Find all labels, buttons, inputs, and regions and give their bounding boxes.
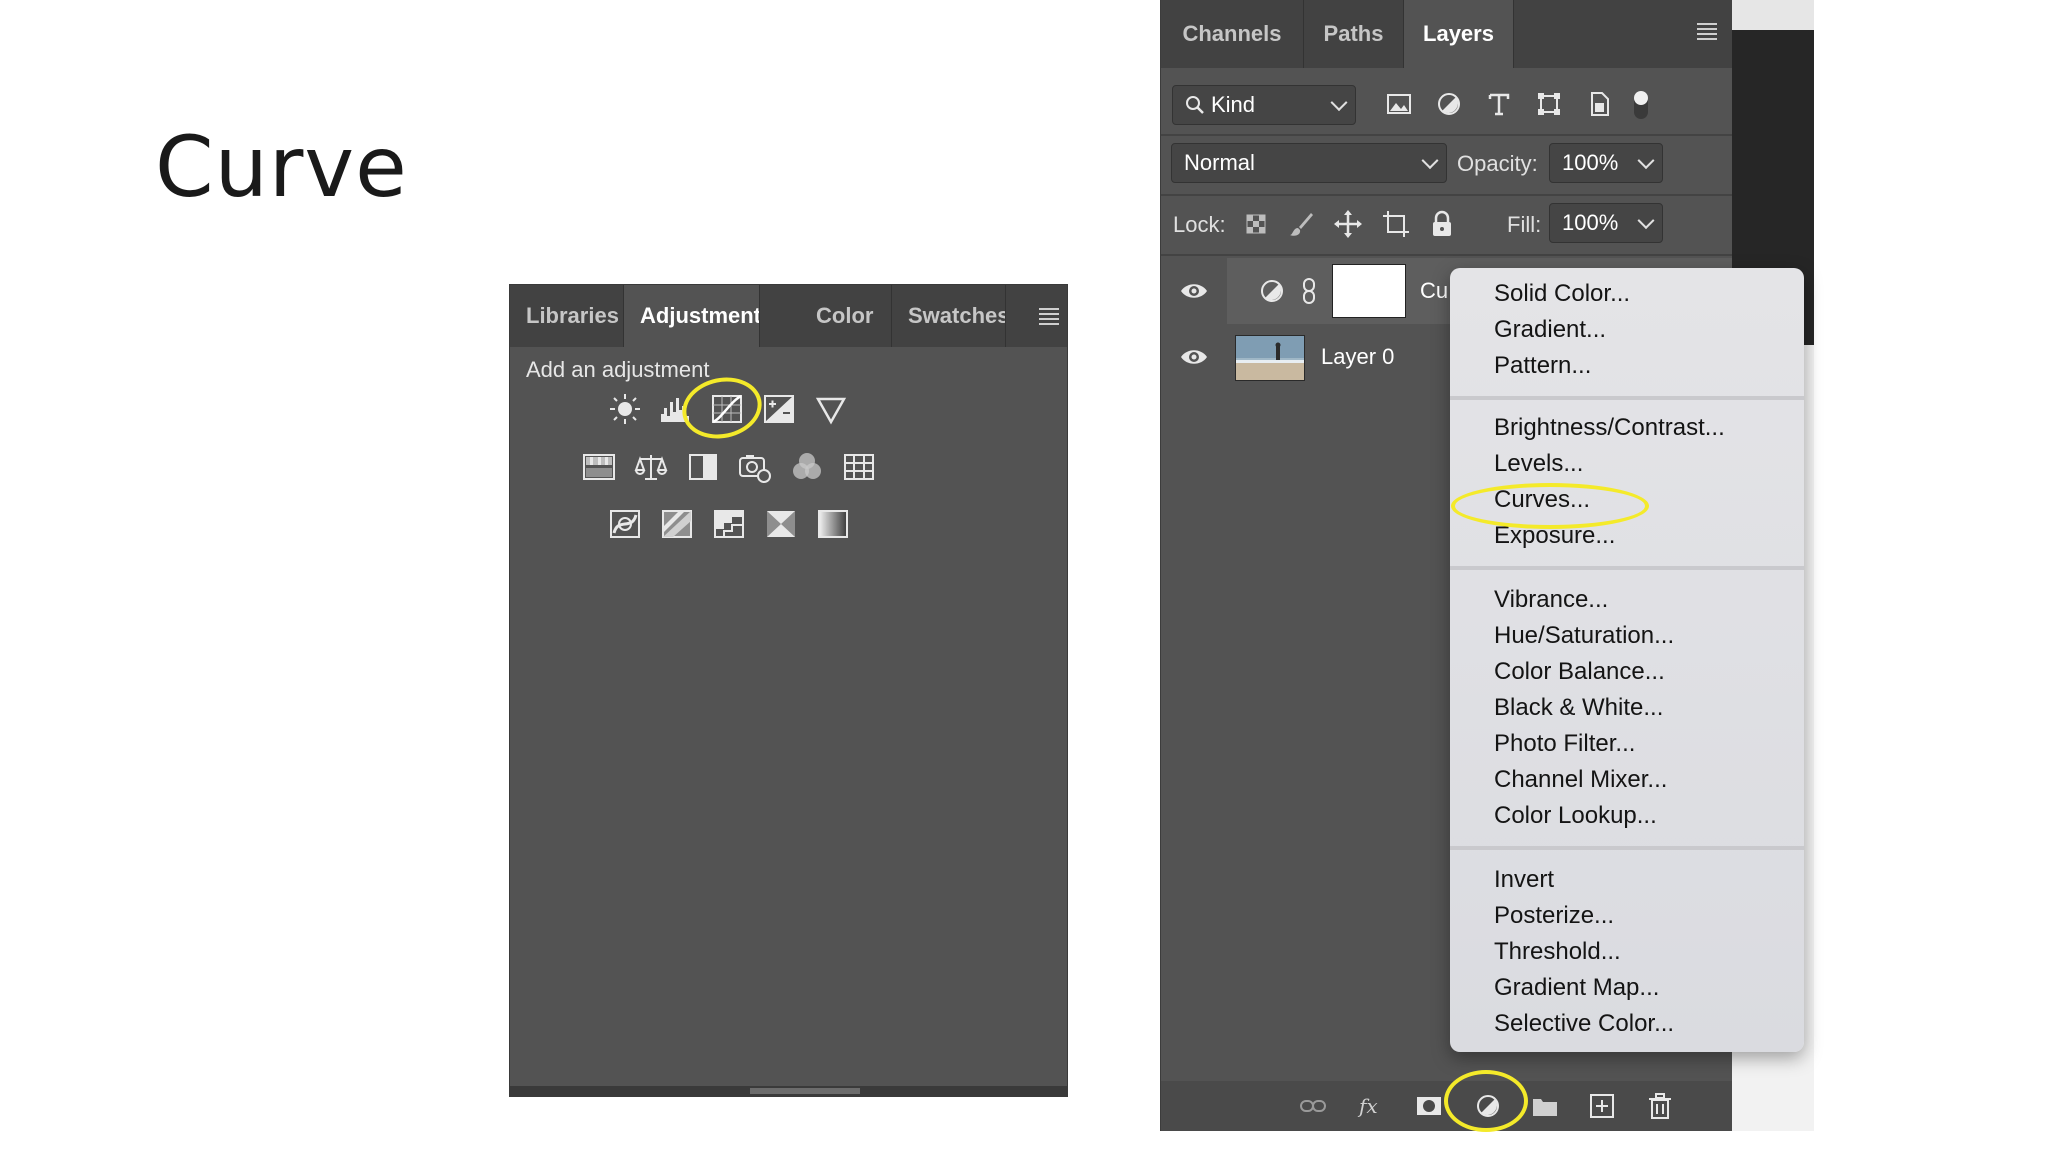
vibrance-icon[interactable] [814, 392, 848, 426]
menu-item-vibrance[interactable]: Vibrance... [1494, 582, 1608, 618]
adjustment-button-highlight [1444, 1070, 1528, 1132]
brightness-contrast-icon[interactable] [608, 392, 642, 426]
adjustments-tab-bar: Libraries Adjustments Color Swatches [510, 285, 1067, 347]
divider [1161, 194, 1732, 196]
filter-toggle-switch[interactable] [1623, 87, 1657, 121]
chevron-down-icon [1637, 212, 1655, 230]
layers-tab-bar: Channels Paths Layers [1161, 0, 1732, 68]
lock-all-icon[interactable] [1425, 207, 1459, 241]
menu-divider [1450, 846, 1804, 850]
opacity-label: Opacity: [1457, 151, 1538, 176]
tab-paths[interactable]: Paths [1304, 0, 1404, 68]
delete-layer-trash-icon[interactable] [1643, 1089, 1677, 1123]
posterize-icon[interactable] [660, 507, 694, 541]
threshold-icon[interactable] [712, 507, 746, 541]
lock-label: Lock: [1173, 212, 1226, 237]
opacity-value: 100% [1562, 150, 1619, 175]
exposure-icon[interactable] [762, 392, 796, 426]
new-group-folder-icon[interactable] [1528, 1089, 1562, 1123]
menu-item-hue-saturation[interactable]: Hue/Saturation... [1494, 618, 1674, 654]
chevron-down-icon [1421, 152, 1439, 170]
panel-menu-icon[interactable] [1031, 285, 1067, 347]
menu-item-color-balance[interactable]: Color Balance... [1494, 654, 1665, 690]
smart-object-filter-icon[interactable] [1582, 87, 1616, 121]
add-adjustment-label: Add an adjustment [526, 357, 710, 382]
divider [1161, 254, 1732, 256]
panel-menu-icon[interactable] [1682, 0, 1732, 62]
visibility-eye-icon[interactable] [1177, 274, 1211, 308]
tab-channels[interactable]: Channels [1161, 0, 1304, 68]
adjustment-layer-filter-icon[interactable] [1432, 87, 1466, 121]
tab-layers[interactable]: Layers [1404, 0, 1514, 68]
tab-adjustments[interactable]: Adjustments [624, 285, 760, 347]
slide-title: Curve [155, 118, 408, 216]
new-layer-icon[interactable] [1585, 1089, 1619, 1123]
svg-text:fx: fx [1357, 1094, 1378, 1118]
tab-color[interactable]: Color [800, 285, 892, 347]
menu-item-channel-mixer[interactable]: Channel Mixer... [1494, 762, 1667, 798]
menu-divider [1450, 566, 1804, 570]
type-layer-filter-icon[interactable] [1482, 87, 1516, 121]
lock-transparent-pixels-icon[interactable] [1239, 207, 1273, 241]
layer-name[interactable]: Cu [1420, 278, 1448, 304]
menu-item-solid-color[interactable]: Solid Color... [1494, 276, 1630, 312]
menu-item-selective-color[interactable]: Selective Color... [1494, 1006, 1674, 1042]
color-lookup-icon[interactable] [842, 450, 876, 484]
black-white-icon[interactable] [686, 450, 720, 484]
visibility-eye-icon[interactable] [1177, 340, 1211, 374]
color-balance-icon[interactable] [634, 450, 668, 484]
filter-kind-label: Kind [1211, 92, 1256, 117]
link-layers-icon[interactable] [1296, 1089, 1330, 1123]
layer-name[interactable]: Layer 0 [1321, 344, 1394, 370]
adjustment-layer-menu: Solid Color... Gradient... Pattern... Br… [1450, 268, 1804, 1052]
menu-item-invert[interactable]: Invert [1494, 862, 1554, 898]
blend-mode-value: Normal [1184, 150, 1255, 175]
menu-item-black-white[interactable]: Black & White... [1494, 690, 1663, 726]
layer-mask-thumbnail[interactable] [1332, 264, 1406, 318]
menu-divider [1450, 396, 1804, 400]
opacity-field[interactable]: 100% [1549, 143, 1663, 183]
fill-field[interactable]: 100% [1549, 203, 1663, 243]
invert-icon[interactable] [608, 507, 642, 541]
menu-item-gradient[interactable]: Gradient... [1494, 312, 1606, 348]
photo-filter-icon[interactable] [738, 450, 772, 484]
menu-item-gradient-map[interactable]: Gradient Map... [1494, 970, 1659, 1006]
chevron-down-icon [1330, 94, 1348, 112]
menu-item-photo-filter[interactable]: Photo Filter... [1494, 726, 1635, 762]
divider [1161, 134, 1732, 136]
filter-kind-dropdown[interactable]: Kind [1172, 85, 1356, 125]
lock-image-pixels-icon[interactable] [1285, 207, 1319, 241]
menu-item-color-lookup[interactable]: Color Lookup... [1494, 798, 1657, 834]
menu-item-levels[interactable]: Levels... [1494, 446, 1583, 482]
blend-mode-dropdown[interactable]: Normal [1171, 143, 1447, 183]
channel-mixer-icon[interactable] [790, 450, 824, 484]
layer-thumbnail[interactable] [1235, 335, 1305, 381]
hue-saturation-icon[interactable] [582, 450, 616, 484]
search-icon [1186, 96, 1204, 114]
tab-libraries[interactable]: Libraries [510, 285, 624, 347]
adjustments-panel: Libraries Adjustments Color Swatches Add… [509, 284, 1068, 1097]
tab-swatches[interactable]: Swatches [892, 285, 1006, 347]
adjustment-layer-icon [1255, 274, 1289, 308]
lock-position-icon[interactable] [1331, 207, 1365, 241]
chevron-down-icon [1637, 152, 1655, 170]
menu-item-brightness-contrast[interactable]: Brightness/Contrast... [1494, 410, 1725, 446]
menu-item-threshold[interactable]: Threshold... [1494, 934, 1621, 970]
mask-link-icon[interactable] [1292, 274, 1326, 308]
fill-value: 100% [1562, 210, 1619, 235]
panel-scrollbar[interactable] [510, 1086, 1067, 1096]
add-mask-icon[interactable] [1412, 1089, 1446, 1123]
shape-layer-filter-icon[interactable] [1532, 87, 1566, 121]
lock-artboard-icon[interactable] [1379, 207, 1413, 241]
menu-item-pattern[interactable]: Pattern... [1494, 348, 1591, 384]
selective-color-icon[interactable] [764, 507, 798, 541]
fx-layer-style-icon[interactable]: fx [1354, 1089, 1388, 1123]
pixel-layer-filter-icon[interactable] [1382, 87, 1416, 121]
menu-item-posterize[interactable]: Posterize... [1494, 898, 1614, 934]
curves-menu-highlight [1451, 483, 1649, 529]
gradient-map-icon[interactable] [816, 507, 850, 541]
fill-label: Fill: [1507, 212, 1542, 237]
